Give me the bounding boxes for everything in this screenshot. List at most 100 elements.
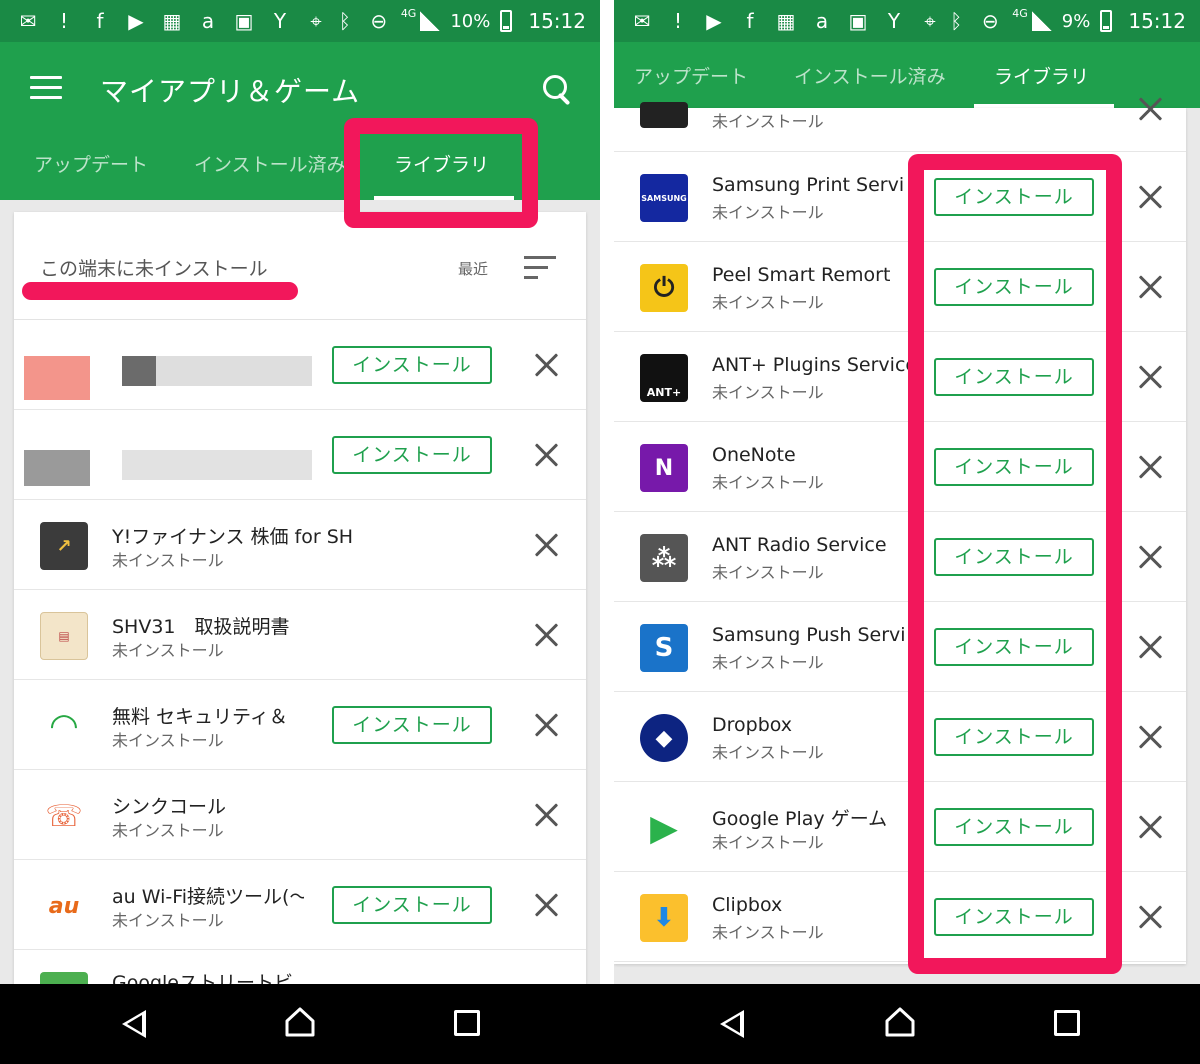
piano-app-icon	[640, 102, 688, 128]
close-icon[interactable]	[1136, 722, 1166, 752]
install-button[interactable]: インストール	[934, 268, 1094, 306]
recent-apps-icon[interactable]	[454, 1010, 480, 1036]
alert-icon: !	[673, 9, 683, 33]
tab-installed[interactable]: インストール済み	[194, 150, 348, 177]
install-button[interactable]: インストール	[934, 538, 1094, 576]
list-item[interactable]: ◆ Dropbox 未インストール インストール	[614, 692, 1186, 782]
install-button[interactable]: インストール	[332, 436, 492, 474]
right-screen: ✉ ! ▶ f ▦ a ▣ Y ⌖ ᛒ ⊖ 4G 9% 15:12 アップデート…	[614, 0, 1200, 984]
tab-bar: アップデート インストール済み ライブラリ	[0, 130, 600, 200]
samsung-print-icon: SAMSUNG	[640, 174, 688, 222]
close-icon[interactable]	[532, 530, 562, 560]
app-status: 未インストール	[712, 473, 824, 492]
app-name: Dropbox	[712, 714, 793, 736]
facebook-icon: f	[96, 9, 104, 33]
app-status: 未インストール	[112, 731, 224, 750]
search-icon[interactable]	[540, 72, 576, 108]
install-button[interactable]: インストール	[934, 808, 1094, 846]
list-item[interactable]: インストール	[14, 320, 586, 410]
close-icon[interactable]	[1136, 452, 1166, 482]
highlight-underline	[22, 282, 298, 300]
section-header: この端末に未インストール 最近	[14, 212, 586, 320]
peel-remote-icon: ⏻	[640, 264, 688, 312]
close-icon[interactable]	[532, 890, 562, 920]
tab-installed[interactable]: インストール済み	[794, 62, 946, 89]
signal-icon	[420, 11, 441, 31]
left-screen: ✉ ! f ▶ ▦ a ▣ Y ⌖ ᛒ ⊖ 4G 10% 15:12 マイアプリ…	[0, 0, 600, 984]
list-item[interactable]: ⬇ Clipbox 未インストール インストール	[614, 872, 1186, 962]
close-icon[interactable]	[1136, 812, 1166, 842]
amazon-icon: a	[815, 9, 829, 33]
install-button[interactable]: インストール	[934, 898, 1094, 936]
close-icon[interactable]	[1136, 182, 1166, 212]
list-item[interactable]: インストール	[14, 410, 586, 500]
close-icon[interactable]	[532, 800, 562, 830]
install-button[interactable]: インストール	[934, 178, 1094, 216]
blurred-app-name	[122, 450, 312, 480]
message-icon: ✉	[633, 9, 651, 33]
au-wifi-icon: au	[40, 882, 88, 930]
ant-plus-icon: ANT+	[640, 354, 688, 402]
battery-percent: 9%	[1061, 10, 1091, 32]
close-icon[interactable]	[532, 350, 562, 380]
close-icon[interactable]	[532, 710, 562, 740]
list-item[interactable]: 未インストール	[614, 102, 1186, 152]
clock: 15:12	[528, 9, 586, 33]
app-status: 未インストール	[712, 923, 824, 942]
app-status: 未インストール	[712, 653, 824, 672]
list-item[interactable]: ☏ シンクコール 未インストール	[14, 770, 586, 860]
list-item[interactable]: ◠ 無料 セキュリティ＆ 未インストール インストール	[14, 680, 586, 770]
list-item[interactable]: ▶ Google Play ゲーム 未インストール インストール	[614, 782, 1186, 872]
close-icon[interactable]	[1136, 632, 1166, 662]
yahoo-finance-app-icon: ↗	[40, 522, 88, 570]
home-icon[interactable]	[884, 1006, 916, 1038]
close-icon[interactable]	[532, 620, 562, 650]
install-button[interactable]: インストール	[934, 448, 1094, 486]
app-status: 未インストール	[712, 743, 824, 762]
list-item[interactable]: ↗ Y!ファイナンス 株価 for SH 未インストール	[14, 500, 586, 590]
back-icon[interactable]	[122, 1010, 146, 1038]
install-button[interactable]: インストール	[934, 718, 1094, 756]
close-icon[interactable]	[1136, 542, 1166, 572]
signal-icon	[1031, 11, 1052, 31]
screen-divider	[600, 0, 614, 984]
install-button[interactable]: インストール	[332, 706, 492, 744]
list-item[interactable]: au au Wi-Fi接続ツール(〜 未インストール インストール	[14, 860, 586, 950]
app-name: Samsung Push Servic	[712, 624, 904, 646]
app-name: Samsung Print Servic	[712, 174, 904, 196]
section-title: この端末に未インストール	[40, 258, 268, 280]
app-name: シンクコール	[112, 796, 227, 818]
sort-icon[interactable]	[524, 256, 556, 280]
close-icon[interactable]	[1136, 94, 1166, 124]
recent-apps-icon[interactable]	[1054, 1010, 1080, 1036]
app-status: 未インストール	[112, 911, 224, 930]
list-item[interactable]: Googleストリートビ	[14, 950, 586, 984]
list-item[interactable]: ANT+ ANT+ Plugins Service 未インストール インストール	[614, 332, 1186, 422]
sort-label[interactable]: 最近	[458, 258, 488, 279]
install-button[interactable]: インストール	[934, 358, 1094, 396]
list-item[interactable]: ⁂ ANT Radio Service 未インストール インストール	[614, 512, 1186, 602]
tab-updates[interactable]: アップデート	[34, 150, 148, 177]
home-icon[interactable]	[284, 1006, 316, 1038]
blurred-app-icon	[24, 450, 90, 486]
app-status: 未インストール	[712, 293, 824, 312]
close-icon[interactable]	[1136, 902, 1166, 932]
tab-updates[interactable]: アップデート	[634, 62, 748, 89]
close-icon[interactable]	[1136, 362, 1166, 392]
list-item[interactable]: ⏻ Peel Smart Remort 未インストール インストール	[614, 242, 1186, 332]
page-title: マイアプリ＆ゲーム	[100, 75, 361, 108]
list-item[interactable]: ▤ SHV31 取扱説明書 未インストール	[14, 590, 586, 680]
install-button[interactable]: インストール	[332, 886, 492, 924]
tab-indicator	[374, 196, 514, 200]
tab-library[interactable]: ライブラリ	[994, 62, 1089, 89]
menu-icon[interactable]	[30, 76, 64, 100]
back-icon[interactable]	[720, 1010, 744, 1038]
close-icon[interactable]	[1136, 272, 1166, 302]
list-item[interactable]: N OneNote 未インストール インストール	[614, 422, 1186, 512]
list-item[interactable]: SAMSUNG Samsung Print Servic 未インストール インス…	[614, 152, 1186, 242]
close-icon[interactable]	[532, 440, 562, 470]
list-item[interactable]: S Samsung Push Servic 未インストール インストール	[614, 602, 1186, 692]
install-button[interactable]: インストール	[332, 346, 492, 384]
tab-library[interactable]: ライブラリ	[394, 150, 489, 177]
install-button[interactable]: インストール	[934, 628, 1094, 666]
